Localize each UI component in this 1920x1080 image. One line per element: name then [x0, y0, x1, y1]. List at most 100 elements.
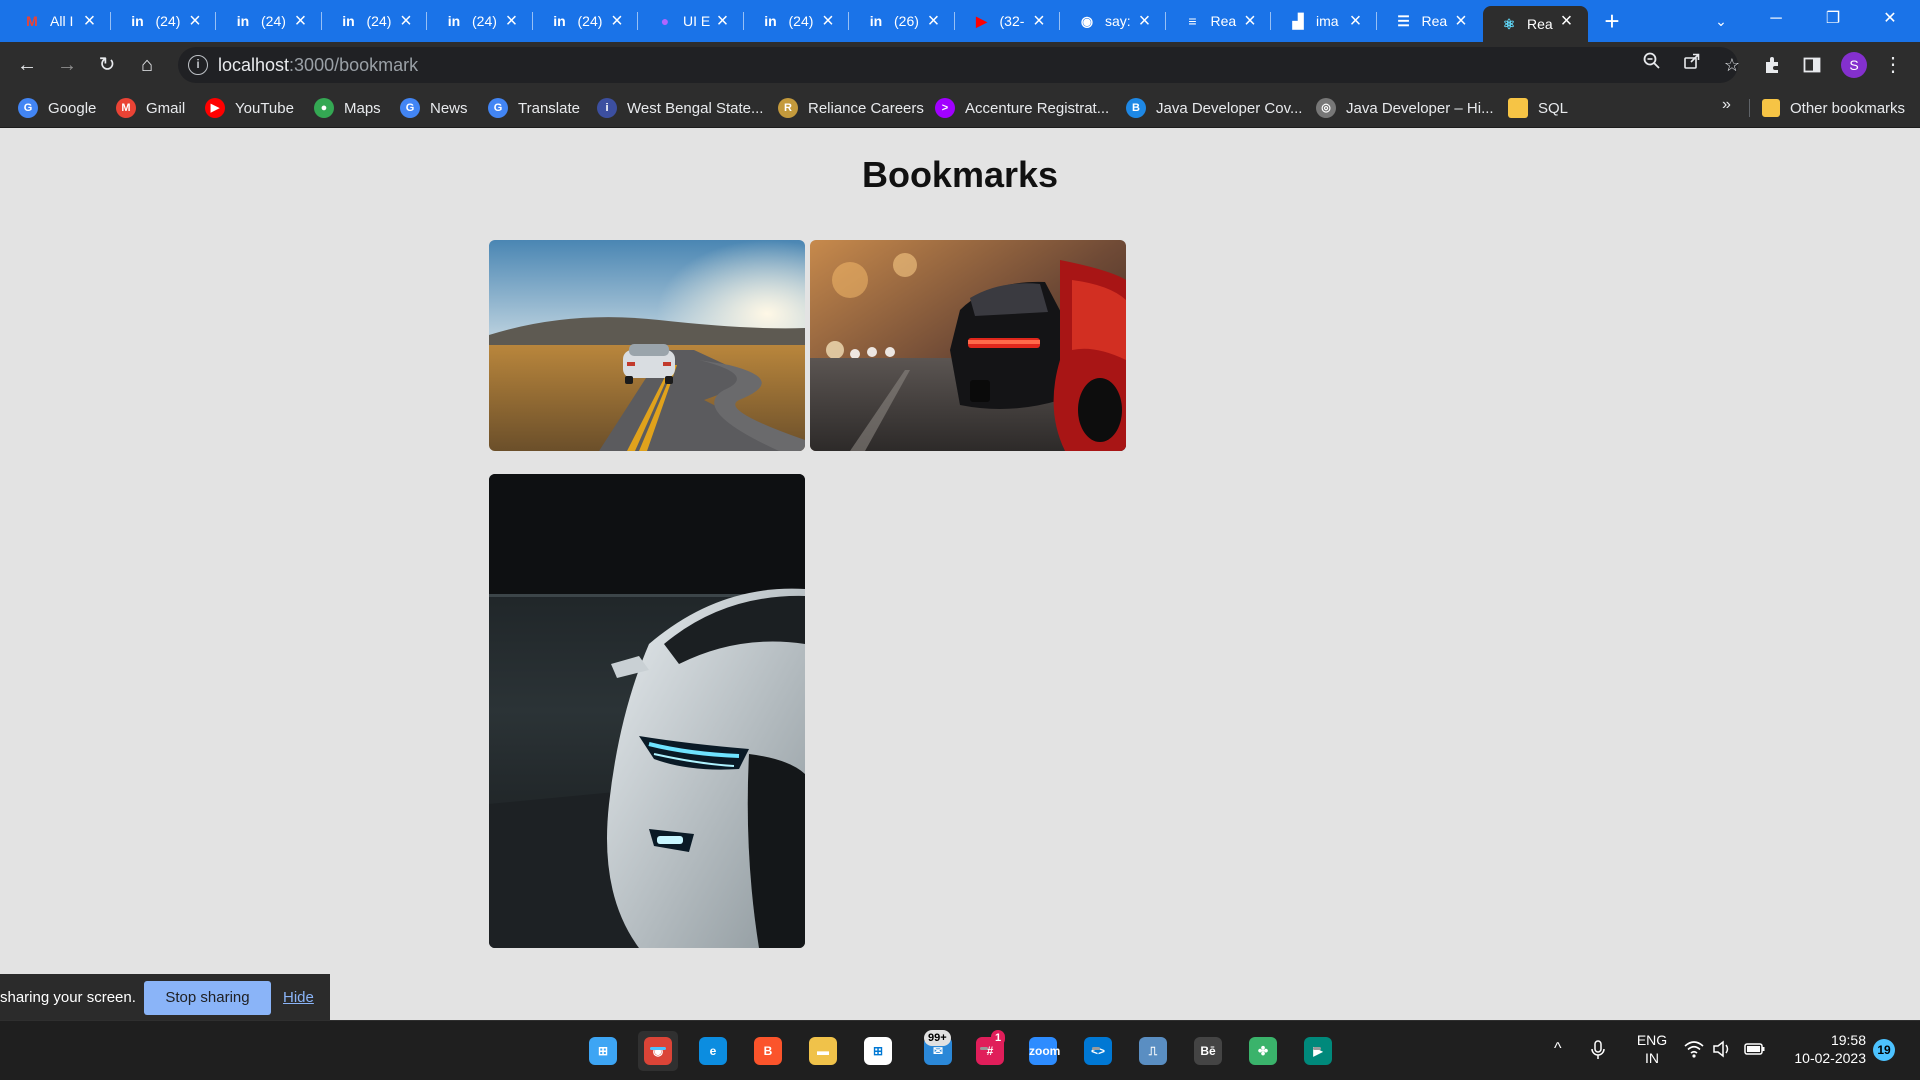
browser-tab[interactable]: ⚛ Rea ×	[1483, 6, 1588, 42]
bookmark-item[interactable]: ▶ YouTube	[205, 96, 294, 120]
linkedin-icon: in	[342, 13, 355, 29]
bookmark-star-icon[interactable]: ☆	[1716, 49, 1748, 81]
clock[interactable]: 19:58 10-02-2023	[1776, 1031, 1866, 1067]
edge-icon[interactable]: e	[693, 1031, 733, 1071]
behance-icon[interactable]: Bē	[1188, 1031, 1228, 1071]
language-code: ENG	[1636, 1032, 1668, 1048]
profile-avatar[interactable]: S	[1841, 52, 1867, 78]
close-tab-icon[interactable]: ×	[817, 10, 839, 32]
browser-tab[interactable]: ▶ (32- ×	[956, 6, 1060, 36]
zoom-icon[interactable]: zoom	[1023, 1031, 1063, 1071]
close-tab-icon[interactable]: ×	[290, 10, 312, 32]
browser-tab[interactable]: ▟ ima ×	[1272, 6, 1377, 36]
bookmark-item[interactable]: B Java Developer Cov...	[1126, 96, 1302, 120]
microphone-icon[interactable]	[1590, 1040, 1606, 1065]
hide-share-bar-link[interactable]: Hide	[283, 989, 314, 1006]
show-hidden-icons-chevron[interactable]: ^	[1554, 1040, 1562, 1058]
site-info-icon[interactable]: i	[188, 55, 208, 75]
bookmark-item[interactable]: i West Bengal State...	[597, 96, 763, 120]
close-tab-icon[interactable]: ×	[1556, 10, 1578, 32]
bookmark-image-white-car-road[interactable]	[489, 240, 805, 451]
zoom-icon[interactable]	[1636, 49, 1668, 81]
close-tab-icon[interactable]: ×	[923, 10, 945, 32]
vscode-icon[interactable]: <>	[1078, 1031, 1118, 1071]
other-bookmarks-label: Other bookmarks	[1790, 99, 1906, 117]
task-manager-icon[interactable]: ⎍	[1133, 1031, 1173, 1071]
browser-tab[interactable]: in (24) ×	[534, 6, 638, 36]
browser-tab[interactable]: in (24) ×	[323, 6, 427, 36]
close-tab-icon[interactable]: ×	[1239, 10, 1261, 32]
stop-sharing-button[interactable]: Stop sharing	[144, 981, 271, 1015]
close-tab-icon[interactable]: ×	[395, 10, 417, 32]
close-tab-icon[interactable]: ×	[79, 10, 101, 32]
url-host: localhost	[218, 55, 290, 75]
behance-icon-glyph: Bē	[1194, 1037, 1222, 1065]
brave-icon[interactable]: B	[748, 1031, 788, 1071]
browser-tab[interactable]: ≡ Rea ×	[1167, 6, 1271, 36]
bookmark-item[interactable]: ◎ Java Developer – Hi...	[1316, 96, 1494, 120]
browser-tab[interactable]: M All I ×	[6, 6, 111, 36]
tab-divider	[1164, 12, 1166, 30]
minimize-window-button[interactable]: ─	[1748, 0, 1804, 38]
close-tab-icon[interactable]: ×	[1134, 10, 1156, 32]
file-explorer-icon[interactable]: ▬	[803, 1031, 843, 1071]
pinwheel-icon[interactable]: ✤	[1243, 1031, 1283, 1071]
close-tab-icon[interactable]: ×	[606, 10, 628, 32]
close-tab-icon[interactable]: ×	[184, 10, 206, 32]
microsoft-store-icon[interactable]: ⊞	[858, 1031, 898, 1071]
browser-tab[interactable]: in (24) ×	[217, 6, 322, 36]
browser-tab[interactable]: ☰ Rea ×	[1378, 6, 1483, 36]
close-tab-icon[interactable]: ×	[501, 10, 523, 32]
extensions-icon[interactable]	[1756, 49, 1788, 81]
home-button[interactable]: ⌂	[131, 49, 163, 81]
restore-window-button[interactable]: ❐	[1805, 0, 1861, 38]
bookmark-item[interactable]: > Accenture Registrat...	[935, 96, 1109, 120]
browser-tab[interactable]: ● UI E ×	[639, 6, 744, 36]
close-tab-icon[interactable]: ×	[1345, 10, 1367, 32]
bookmark-image-silver-car-headlight[interactable]	[489, 474, 805, 948]
share-status-text: sharing your screen.	[0, 989, 136, 1006]
address-url[interactable]: localhost:3000/bookmark	[218, 55, 418, 76]
new-tab-button[interactable]: +	[1597, 6, 1627, 36]
tab-divider	[531, 12, 533, 30]
close-window-button[interactable]: ✕	[1862, 0, 1918, 38]
bookmark-item[interactable]: G Translate	[488, 96, 580, 120]
bookmark-item[interactable]: G News	[400, 96, 468, 120]
bookmark-item[interactable]: M Gmail	[116, 96, 185, 120]
address-bar[interactable]: i localhost:3000/bookmark ☆	[178, 47, 1740, 83]
google-meet-icon[interactable]: ▶	[1298, 1031, 1338, 1071]
car-photo-2	[810, 240, 1126, 451]
volume-icon[interactable]	[1712, 1040, 1732, 1063]
back-button[interactable]: ←	[11, 49, 43, 81]
forward-button[interactable]: →	[51, 49, 83, 81]
browser-tab[interactable]: in (24) ×	[428, 6, 533, 36]
globe-icon: ◎	[1316, 98, 1336, 118]
windows-start-icon[interactable]: ⊞	[583, 1031, 623, 1071]
close-tab-icon[interactable]: ×	[1028, 10, 1050, 32]
wifi-icon[interactable]	[1684, 1040, 1704, 1063]
other-bookmarks-folder[interactable]: Other bookmarks	[1762, 96, 1905, 120]
bookmarks-overflow-icon[interactable]: »	[1722, 96, 1731, 114]
bookmark-item[interactable]: G Google	[18, 96, 96, 120]
side-panel-icon[interactable]	[1796, 49, 1828, 81]
browser-tab[interactable]: ◉ say: ×	[1061, 6, 1166, 36]
reload-button[interactable]: ↻	[91, 49, 123, 81]
bookmark-item[interactable]: R Reliance Careers	[778, 96, 924, 120]
tab-search-icon[interactable]: ⌄	[1706, 6, 1736, 36]
browser-tab[interactable]: in (24) ×	[745, 6, 849, 36]
close-tab-icon[interactable]: ×	[1450, 10, 1472, 32]
bookmark-item[interactable]: ● Maps	[314, 96, 381, 120]
browser-menu-icon[interactable]: ⋮	[1877, 49, 1909, 81]
browser-tab[interactable]: in (24) ×	[112, 6, 216, 36]
close-tab-icon[interactable]: ×	[712, 10, 734, 32]
battery-icon[interactable]	[1744, 1040, 1766, 1063]
reliance-icon: R	[778, 98, 798, 118]
language-indicator[interactable]: ENG IN	[1632, 1031, 1672, 1067]
browser-tab[interactable]: in (26) ×	[850, 6, 955, 36]
chrome-icon[interactable]: ◉	[638, 1031, 678, 1071]
bookmark-image-red-car-street[interactable]	[810, 240, 1126, 451]
notification-count-badge[interactable]: 19	[1873, 1039, 1895, 1061]
github-icon: ◉	[1080, 12, 1094, 29]
share-icon[interactable]	[1676, 49, 1708, 81]
bookmark-item[interactable]: SQL	[1508, 96, 1568, 120]
